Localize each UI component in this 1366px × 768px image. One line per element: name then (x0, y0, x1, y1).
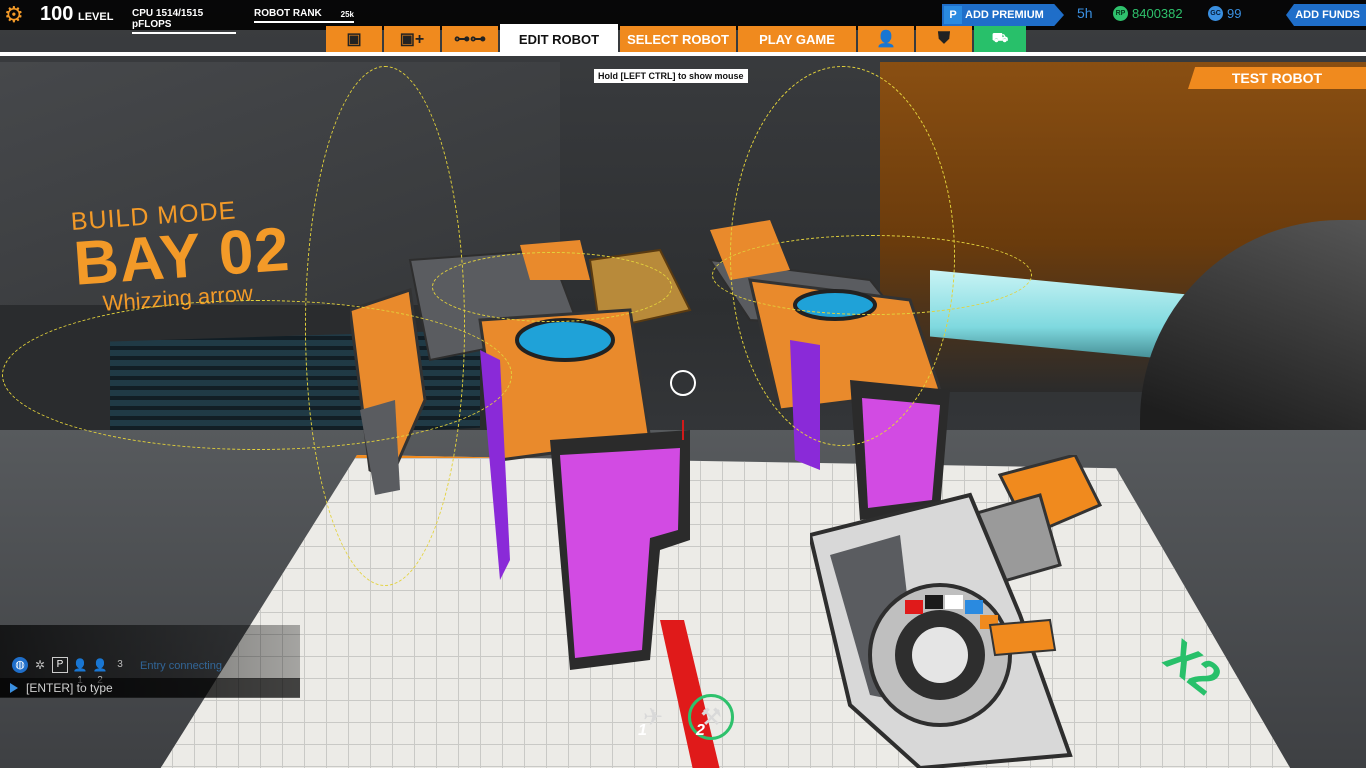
player-level-label: LEVEL (78, 11, 114, 23)
robot-rank-label: ROBOT RANK (254, 8, 322, 19)
mouse-hint: Hold [LEFT CTRL] to show mouse (594, 69, 748, 83)
rotation-guide-center (432, 252, 672, 322)
test-robot-button[interactable]: TEST ROBOT (1188, 67, 1366, 89)
galaxy-coins-value: 99 (1227, 6, 1242, 21)
settings-gear-icon[interactable]: ⚙ (4, 4, 26, 26)
bay-name: BAY 02 (71, 214, 293, 299)
add-funds-button[interactable]: ADD FUNDS (1286, 4, 1366, 26)
tab-select-robot[interactable]: SELECT ROBOT (620, 26, 736, 52)
tab-clan[interactable]: ⛊ (916, 26, 972, 52)
tab-inventory[interactable]: ▣ (326, 26, 382, 52)
robits-value: 8400382 (1132, 6, 1183, 21)
connector-icon: ⊶⊶ (454, 31, 486, 48)
hotbar-slot-1[interactable]: ✈ 1 (628, 692, 678, 742)
add-premium-label: ADD PREMIUM (965, 9, 1044, 21)
slot-number: 2 (696, 722, 705, 739)
robot-rank-value: 25k (340, 10, 354, 19)
add-premium-button[interactable]: P ADD PREMIUM (942, 4, 1064, 26)
party-invite-icon[interactable]: ✲ (32, 657, 48, 673)
tab-factory[interactable]: ⊶⊶ (442, 26, 498, 52)
shield-icon: ⛊ (937, 30, 950, 47)
globe-icon[interactable]: ◍ (12, 657, 28, 673)
main-nav-tabs: ▣ ▣+ ⊶⊶ EDIT ROBOT SELECT ROBOT PLAY GAM… (326, 24, 1026, 56)
tab-edit-robot[interactable]: EDIT ROBOT (500, 24, 618, 54)
build-tool-gun (810, 455, 1103, 768)
party-slot-3[interactable]: 3 (112, 657, 128, 673)
slot-number: 1 (638, 722, 647, 739)
slot-ring (688, 694, 734, 740)
chat-input[interactable]: [ENTER] to type (0, 678, 300, 698)
slot-ring (630, 694, 676, 740)
tab-shop[interactable]: ▣+ (384, 26, 440, 52)
chat-input-placeholder: [ENTER] to type (26, 681, 113, 695)
premium-time: 5h (1077, 5, 1093, 21)
robits-balance: RP 8400382 (1113, 6, 1183, 21)
cube-plus-icon: ▣+ (399, 31, 425, 48)
weapon-hotbar: ✈ 1 ⚒ 2 (628, 692, 736, 742)
rotation-guide-arc-left (305, 66, 465, 586)
rotation-guide-arc-right (730, 66, 955, 446)
chat-prompt-icon (10, 683, 18, 693)
cube-icon: ▣ (346, 31, 362, 48)
tab-play-game[interactable]: PLAY GAME (738, 26, 856, 52)
party-slot-3-number: 3 (117, 659, 123, 670)
robot-rank: ROBOT RANK 25k (254, 8, 354, 23)
robits-coin-icon: RP (1113, 6, 1128, 21)
party-slot-2[interactable]: 👤2 (92, 657, 108, 686)
chat-status: Entry connecting (140, 660, 222, 672)
tab-garage[interactable]: ⛟ (974, 26, 1026, 52)
robot-vehicle-icon: ⛟ (991, 30, 1009, 45)
chat-channel-icons: ◍ ✲ P 👤1 👤2 3 (12, 657, 128, 686)
player-level-value: 100 (40, 3, 74, 25)
tab-social[interactable]: 👤 (858, 26, 914, 52)
galaxy-coin-icon: GC (1208, 6, 1223, 21)
person-icon: 👤 (876, 31, 896, 48)
galaxy-coins-balance: GC 99 (1208, 6, 1241, 21)
party-slot-1[interactable]: 👤1 (72, 657, 88, 686)
hotbar-slot-2[interactable]: ⚒ 2 (686, 692, 736, 742)
cpu-usage: CPU 1514/1515 pFLOPS (132, 8, 236, 34)
private-chat-icon[interactable]: P (52, 657, 68, 673)
premium-cube-icon: P (944, 6, 962, 24)
